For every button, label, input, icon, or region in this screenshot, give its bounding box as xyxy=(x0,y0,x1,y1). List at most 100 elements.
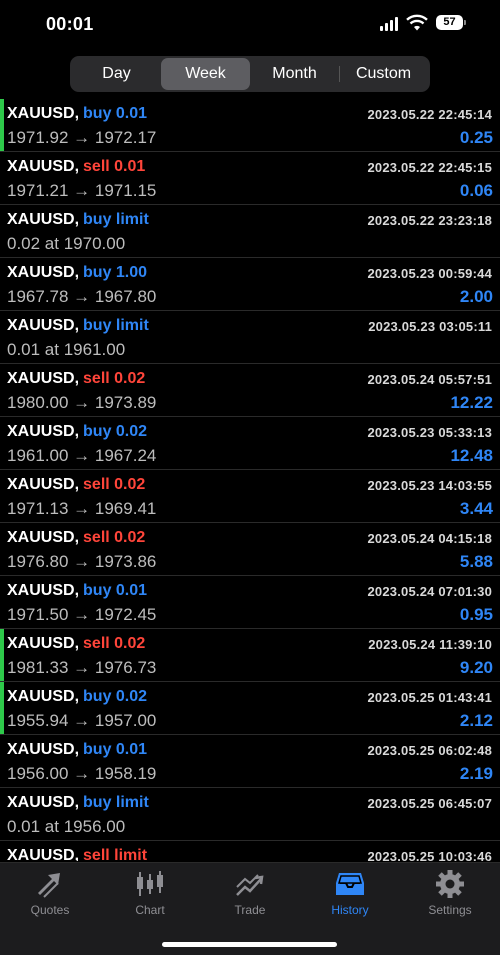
order-symbol: XAUUSD, xyxy=(7,211,80,228)
order-prices: 1971.13 → 1969.41 xyxy=(7,499,157,518)
row-title: XAUUSD, buy 0.01 xyxy=(7,582,147,600)
wifi-icon xyxy=(406,14,428,31)
history-icon xyxy=(336,873,364,895)
row-title: XAUUSD, sell 0.01 xyxy=(7,158,145,176)
order-symbol: XAUUSD, xyxy=(7,370,80,387)
order-date: 2023.05.24 07:01:30 xyxy=(367,584,492,599)
history-row[interactable]: XAUUSD, buy 0.02 2023.05.25 01:43:41 1955.9… xyxy=(0,682,500,735)
order-symbol: XAUUSD, xyxy=(7,741,80,758)
history-row[interactable]: XAUUSD, sell limit 2023.05.25 10:03:46 xyxy=(0,841,500,861)
order-symbol: XAUUSD, xyxy=(7,423,80,440)
order-prices: 1956.00 → 1958.19 xyxy=(7,764,157,783)
order-symbol: XAUUSD, xyxy=(7,688,80,705)
order-prices: 1967.78 → 1967.80 xyxy=(7,287,157,306)
row-title: XAUUSD, buy limit xyxy=(7,317,149,335)
quotes-icon xyxy=(38,873,60,898)
row-title: XAUUSD, sell 0.02 xyxy=(7,476,145,494)
tab-chart[interactable]: Chart xyxy=(100,869,200,917)
order-date: 2023.05.23 03:05:11 xyxy=(368,319,492,334)
trade-icon xyxy=(236,874,264,896)
row-title: XAUUSD, buy limit xyxy=(7,211,149,229)
order-profit: 9.20 xyxy=(459,658,493,677)
order-action: sell limit xyxy=(83,847,148,861)
history-row[interactable]: XAUUSD, sell 0.02 2023.05.23 14:03:55 1971.… xyxy=(0,470,500,523)
row-title: XAUUSD, sell 0.02 xyxy=(7,529,145,547)
order-date: 2023.05.23 00:59:44 xyxy=(367,266,492,281)
order-profit: 2.19 xyxy=(459,764,493,783)
order-date: 2023.05.22 22:45:15 xyxy=(367,160,492,175)
status-bar: 00:01 57 xyxy=(0,0,500,50)
order-profit: 5.88 xyxy=(459,552,493,571)
history-row[interactable]: XAUUSD, buy 0.01 2023.05.22 22:45:14 1971.9… xyxy=(0,99,500,152)
order-prices: 1971.92 → 1972.17 xyxy=(7,128,157,147)
order-symbol: XAUUSD, xyxy=(7,476,80,493)
row-title: XAUUSD, sell 0.02 xyxy=(7,635,145,653)
order-date: 2023.05.25 06:02:48 xyxy=(367,743,492,758)
segment-custom[interactable]: Custom xyxy=(339,58,428,90)
order-prices: 0.01 at 1956.00 xyxy=(7,817,126,836)
history-row[interactable]: XAUUSD, buy 1.00 2023.05.23 00:59:44 1967.7… xyxy=(0,258,500,311)
tab-label: Trade xyxy=(234,903,266,917)
history-list: XAUUSD, buy 0.01 2023.05.22 22:45:14 1971.9… xyxy=(0,99,500,861)
tab-label: History xyxy=(331,903,369,917)
order-symbol: XAUUSD, xyxy=(7,529,80,546)
tab-label: Quotes xyxy=(30,903,70,917)
tab-label: Chart xyxy=(135,903,165,917)
status-time: 00:01 xyxy=(46,14,94,34)
period-segmented-control: Day Week Month Custom xyxy=(70,56,430,92)
tab-history[interactable]: History xyxy=(300,869,400,917)
tab-trade[interactable]: Trade xyxy=(200,869,300,917)
order-action: buy 0.01 xyxy=(83,582,148,599)
order-date: 2023.05.23 05:33:13 xyxy=(367,425,492,440)
order-date: 2023.05.22 22:45:14 xyxy=(367,107,492,122)
history-row[interactable]: XAUUSD, buy limit 2023.05.25 06:45:07 0.01 … xyxy=(0,788,500,841)
row-marker xyxy=(0,629,4,681)
row-title: XAUUSD, buy 0.01 xyxy=(7,741,147,759)
row-marker xyxy=(0,682,4,734)
history-row[interactable]: XAUUSD, sell 0.01 2023.05.22 22:45:15 1971.… xyxy=(0,152,500,205)
tab-quotes[interactable]: Quotes xyxy=(0,869,100,917)
segment-week[interactable]: Week xyxy=(161,58,250,90)
row-title: XAUUSD, sell 0.02 xyxy=(7,370,145,388)
history-row[interactable]: XAUUSD, sell 0.02 2023.05.24 04:15:18 1976.… xyxy=(0,523,500,576)
history-row[interactable]: XAUUSD, sell 0.02 2023.05.24 11:39:10 1981.… xyxy=(0,629,500,682)
order-action: buy 0.02 xyxy=(83,423,148,440)
order-symbol: XAUUSD, xyxy=(7,264,80,281)
history-row[interactable]: XAUUSD, buy 0.02 2023.05.23 05:33:13 1961.0… xyxy=(0,417,500,470)
order-symbol: XAUUSD, xyxy=(7,105,80,122)
history-row[interactable]: XAUUSD, buy 0.01 2023.05.25 06:02:48 1956.0… xyxy=(0,735,500,788)
order-date: 2023.05.25 06:45:07 xyxy=(367,796,492,811)
order-symbol: XAUUSD, xyxy=(7,582,80,599)
settings-icon xyxy=(436,870,464,898)
segment-day[interactable]: Day xyxy=(72,58,161,90)
history-row[interactable]: XAUUSD, buy limit 2023.05.23 03:05:11 0.01 … xyxy=(0,311,500,364)
order-action: sell 0.02 xyxy=(83,370,146,387)
tab-settings[interactable]: Settings xyxy=(400,869,500,917)
order-action: buy 0.01 xyxy=(83,105,148,122)
order-symbol: XAUUSD, xyxy=(7,317,80,334)
order-action: sell 0.02 xyxy=(83,476,146,493)
order-prices: 1976.80 → 1973.86 xyxy=(7,552,157,571)
order-profit: 0.95 xyxy=(459,605,493,624)
order-symbol: XAUUSD, xyxy=(7,158,80,175)
order-profit: 0.06 xyxy=(459,181,493,200)
order-symbol: XAUUSD, xyxy=(7,794,80,811)
row-title: XAUUSD, sell limit xyxy=(7,847,147,861)
order-action: sell 0.02 xyxy=(83,529,146,546)
order-action: sell 0.02 xyxy=(83,635,146,652)
order-date: 2023.05.24 11:39:10 xyxy=(368,637,492,652)
row-title: XAUUSD, buy 0.01 xyxy=(7,105,147,123)
row-title: XAUUSD, buy 0.02 xyxy=(7,688,147,706)
history-row[interactable]: XAUUSD, buy 0.01 2023.05.24 07:01:30 1971.5… xyxy=(0,576,500,629)
order-prices: 1971.50 → 1972.45 xyxy=(7,605,157,624)
history-row[interactable]: XAUUSD, sell 0.02 2023.05.24 05:57:51 1980.… xyxy=(0,364,500,417)
order-date: 2023.05.25 10:03:46 xyxy=(367,849,492,861)
cellular-signal-icon xyxy=(380,17,400,31)
order-action: sell 0.01 xyxy=(83,158,146,175)
segment-month[interactable]: Month xyxy=(250,58,339,90)
order-profit: 12.22 xyxy=(450,393,493,412)
chart-icon xyxy=(137,871,163,896)
order-symbol: XAUUSD, xyxy=(7,635,80,652)
row-marker xyxy=(0,99,4,151)
history-row[interactable]: XAUUSD, buy limit 2023.05.22 23:23:18 0.02 … xyxy=(0,205,500,258)
